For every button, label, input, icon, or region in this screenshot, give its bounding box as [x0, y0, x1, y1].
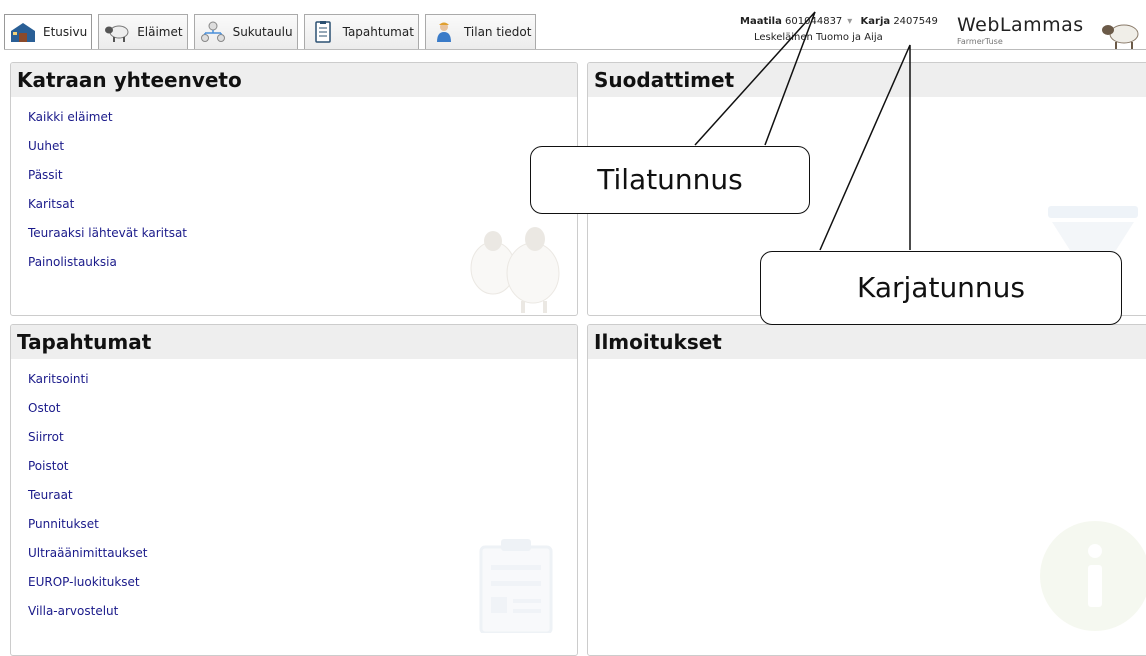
- callout-tilatunnus-label: Tilatunnus: [597, 163, 743, 196]
- callout-tilatunnus: Tilatunnus: [530, 146, 810, 214]
- callout-karjatunnus-label: Karjatunnus: [856, 271, 1026, 304]
- callout-karjatunnus: Karjatunnus: [760, 251, 1122, 325]
